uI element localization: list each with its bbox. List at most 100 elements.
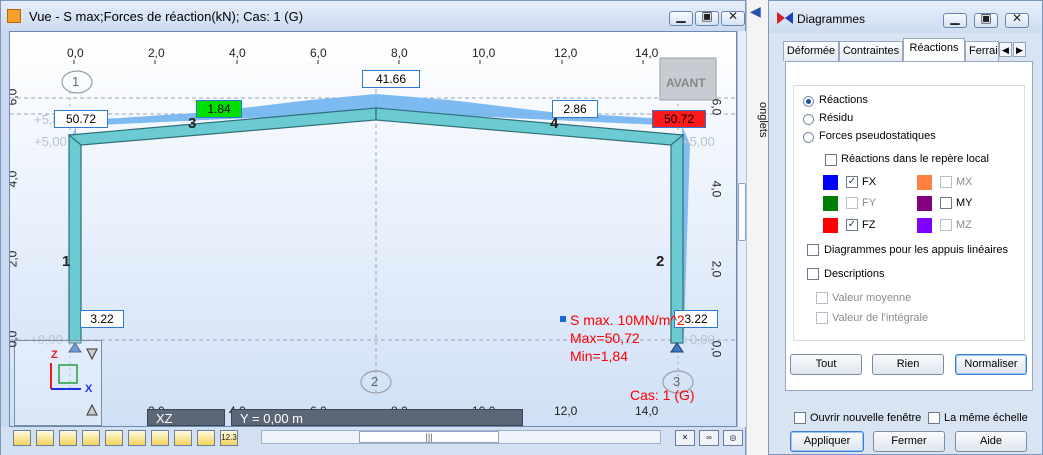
- normalize-button[interactable]: Normaliser: [955, 354, 1027, 375]
- right-axis-tick-label: 6,0: [709, 98, 724, 116]
- minimize-button[interactable]: ▁: [669, 9, 693, 26]
- section-icon[interactable]: [174, 430, 192, 446]
- left-axis-tick-label: 2,0: [9, 250, 20, 268]
- tab-reactions[interactable]: Réactions: [903, 38, 965, 62]
- linear-supports-label: Diagrammes pour les appuis linéaires: [824, 244, 1009, 256]
- mz-color-swatch[interactable]: [917, 218, 932, 233]
- integral-value-checkbox[interactable]: [816, 312, 828, 324]
- reaction-value-box: 50.72: [652, 110, 706, 128]
- diagram-panel: Diagrammes ▁ ▣ ✕ Déformée Contraintes Ré…: [768, 0, 1043, 455]
- frame-icon[interactable]: [36, 430, 54, 446]
- bar-number: 1: [62, 253, 70, 270]
- bottom-axis-tick-label: 12,0: [554, 404, 578, 418]
- restore-button[interactable]: ▣: [695, 9, 719, 26]
- rect-icon[interactable]: [197, 430, 215, 446]
- apply-button[interactable]: Appliquer: [790, 431, 864, 452]
- reaction-value-box: 3.22: [80, 310, 124, 328]
- top-axis-tick-label: 4,0: [229, 46, 246, 60]
- dimension-icon[interactable]: [151, 430, 169, 446]
- radio-pseudostatic[interactable]: [803, 132, 814, 143]
- fy-label: FY: [862, 197, 877, 209]
- close-button[interactable]: ✕: [721, 9, 745, 26]
- scale-icon[interactable]: 12.3: [220, 430, 238, 446]
- all-button[interactable]: Tout: [790, 354, 862, 375]
- node-icon[interactable]: [13, 430, 31, 446]
- same-scale-checkbox[interactable]: [928, 412, 940, 424]
- right-axis-tick-label: 2,0: [709, 260, 724, 278]
- vertical-scroll-thumb[interactable]: [738, 183, 746, 241]
- panel-restore-button[interactable]: ▣: [974, 11, 998, 28]
- avant-label: AVANT: [666, 76, 706, 90]
- onglets-strip[interactable]: ◀ onglets: [746, 0, 769, 455]
- support-icon[interactable]: [82, 430, 100, 446]
- fx-checkbox[interactable]: ✓: [846, 176, 858, 188]
- structure-view-canvas[interactable]: 1 2 3 4 1 2 3 AVANT +5,80 +5,00 +0,00 +0…: [9, 31, 737, 427]
- panel-minimize-button[interactable]: ▁: [943, 11, 967, 28]
- panel-close-button[interactable]: ✕: [1005, 11, 1029, 28]
- new-window-label: Ouvrir nouvelle fenêtre: [810, 412, 922, 424]
- app-logo-icon: [7, 9, 21, 23]
- structure-icon[interactable]: [59, 430, 77, 446]
- structure-drawing: 1 2 3 4: [10, 57, 736, 394]
- legend-case: Cas: 1 (G): [630, 387, 695, 403]
- fx-color-swatch[interactable]: [823, 175, 838, 190]
- member-icon[interactable]: [128, 430, 146, 446]
- view-title: Vue - S max;Forces de réaction(kN); Cas:…: [29, 9, 304, 24]
- bottom-axis-tick-label: 14,0: [635, 404, 659, 418]
- none-button[interactable]: Rien: [872, 354, 944, 375]
- left-axis-tick-label: 4,0: [9, 170, 20, 188]
- descriptions-checkbox[interactable]: [807, 268, 819, 280]
- local-frame-checkbox[interactable]: [825, 154, 837, 166]
- mean-value-checkbox[interactable]: [816, 292, 828, 304]
- linear-supports-checkbox[interactable]: [807, 244, 819, 256]
- bar-number: 2: [656, 253, 664, 270]
- fz-color-swatch[interactable]: [823, 218, 838, 233]
- onglets-label: onglets: [757, 102, 769, 138]
- axis-triad[interactable]: Z X: [14, 340, 102, 426]
- close-diagram-icon[interactable]: ✕: [675, 430, 695, 446]
- axis-x-label: X: [85, 383, 93, 395]
- legend-max: Max=50,72: [570, 330, 640, 346]
- radio-reactions[interactable]: [803, 96, 814, 107]
- fx-label: FX: [862, 176, 877, 188]
- tab-prev-icon[interactable]: ◀: [999, 42, 1012, 57]
- mx-color-swatch[interactable]: [917, 175, 932, 190]
- panel-titlebar: Diagrammes ▁ ▣ ✕: [769, 1, 1042, 33]
- same-scale-label: La même échelle: [944, 412, 1028, 424]
- local-frame-label: Réactions dans le repère local: [841, 153, 989, 165]
- legend-marker: [560, 316, 566, 322]
- radio-residu[interactable]: [803, 114, 814, 125]
- view-window: Vue - S max;Forces de réaction(kN); Cas:…: [0, 0, 747, 455]
- mx-checkbox[interactable]: [940, 176, 952, 188]
- my-checkbox[interactable]: [940, 197, 952, 209]
- help-button[interactable]: Aide: [955, 431, 1027, 452]
- load-icon[interactable]: [105, 430, 123, 446]
- fy-color-swatch[interactable]: [823, 196, 838, 211]
- mean-value-label: Valeur moyenne: [832, 292, 912, 304]
- fz-checkbox[interactable]: ✓: [846, 219, 858, 231]
- close-panel-button[interactable]: Fermer: [873, 431, 945, 452]
- tab-deformee[interactable]: Déformée: [783, 41, 839, 61]
- view-titlebar: Vue - S max;Forces de réaction(kN); Cas:…: [1, 1, 745, 31]
- tab-contraintes[interactable]: Contraintes: [839, 41, 903, 61]
- diagram-icon: [777, 12, 793, 24]
- node-label-2: 2: [371, 374, 379, 389]
- horizontal-scroll-thumb[interactable]: |||: [359, 431, 499, 443]
- tab-next-icon[interactable]: ▶: [1013, 42, 1026, 57]
- mz-label: MZ: [956, 219, 972, 231]
- fy-checkbox[interactable]: [846, 197, 858, 209]
- view-icon[interactable]: ◎: [723, 430, 743, 446]
- reaction-value-box: 1.84: [196, 100, 242, 118]
- new-window-checkbox[interactable]: [794, 412, 806, 424]
- reaction-value-box: 41.66: [362, 70, 420, 88]
- mz-checkbox[interactable]: [940, 219, 952, 231]
- tab-ferraillage[interactable]: Ferrail: [965, 41, 999, 61]
- mx-label: MX: [956, 176, 973, 188]
- reaction-value-box: 50.72: [54, 110, 108, 128]
- left-axis-tick-label: 6,0: [9, 88, 20, 106]
- collapse-arrow-icon[interactable]: ◀: [750, 3, 761, 20]
- axis-z-label: Z: [51, 349, 58, 361]
- link-icon[interactable]: ∞: [699, 430, 719, 446]
- my-color-swatch[interactable]: [917, 196, 932, 211]
- top-axis-tick-label: 14,0: [635, 46, 659, 60]
